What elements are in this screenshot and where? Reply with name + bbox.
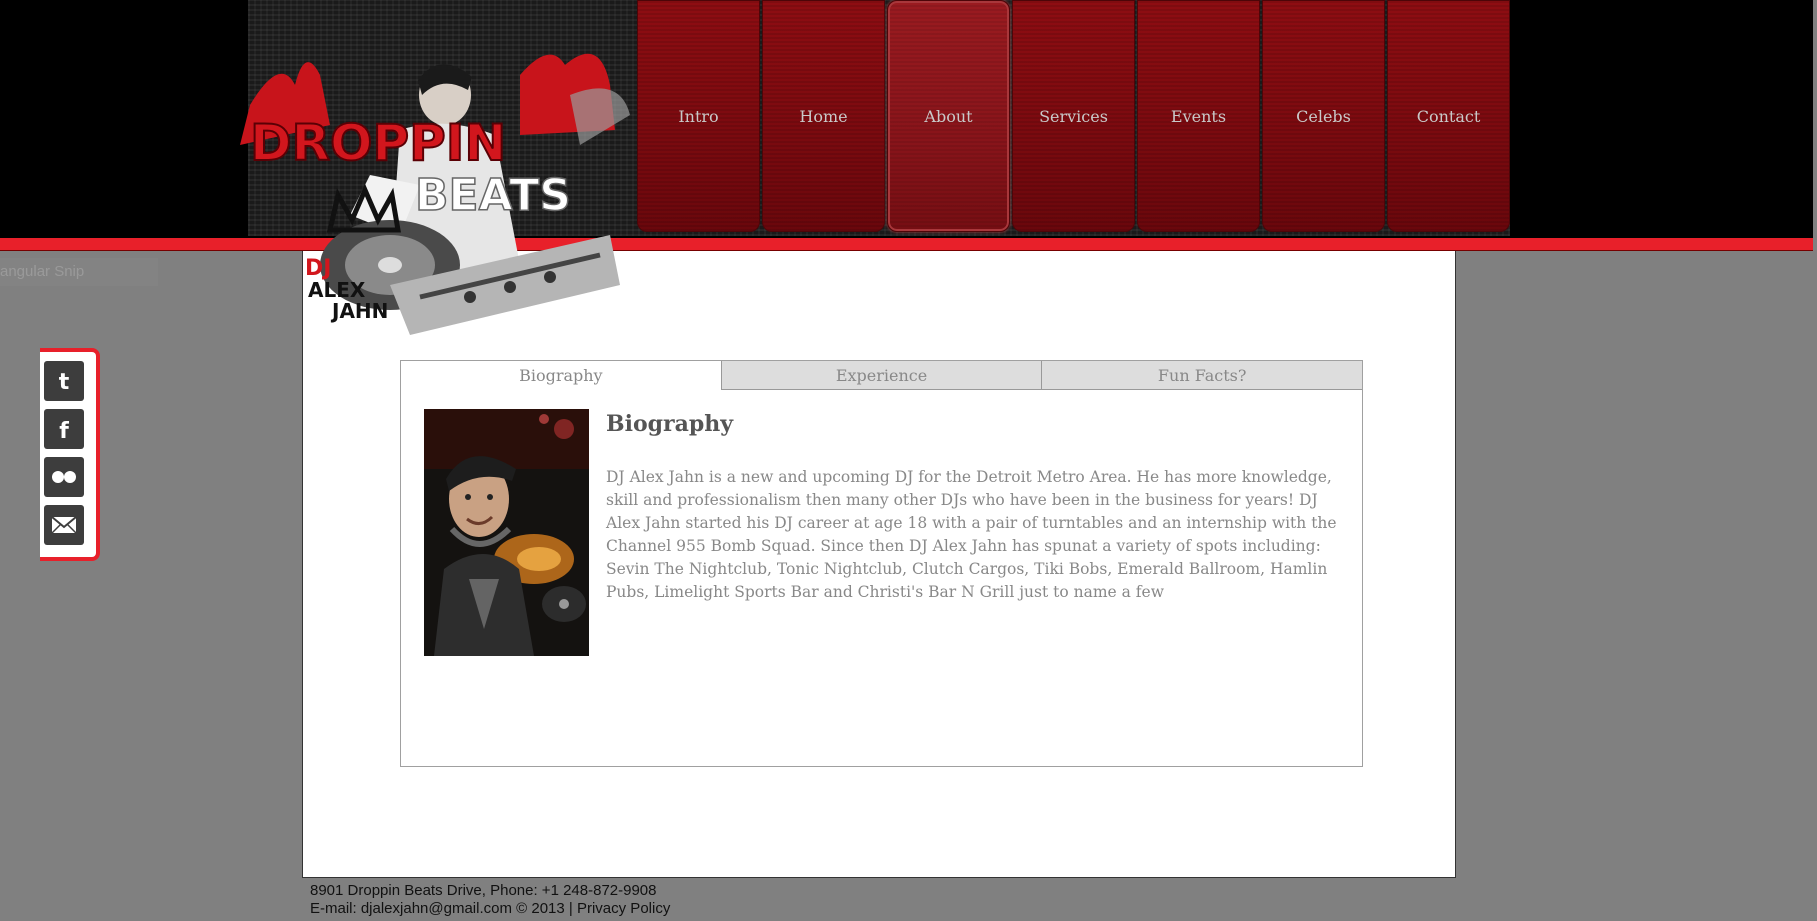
nav-item-contact[interactable]: Contact [1387, 0, 1510, 232]
nav-item-label: About [924, 106, 973, 126]
footer-email: E-mail: djalexjahn@gmail.com © 2013 | [310, 900, 573, 917]
nav-item-about[interactable]: About [887, 0, 1010, 232]
email-icon [51, 516, 77, 534]
logo-text-beats: BEATS [415, 170, 571, 221]
nav-item-intro[interactable]: Intro [637, 0, 760, 232]
droppin-beats-logo-graphic: DROPPIN BEATS DJ ALEX JAHN [240, 53, 630, 335]
nav-item-label: Contact [1416, 106, 1481, 126]
nav-item-home[interactable]: Home [762, 0, 885, 232]
flickr-button[interactable] [44, 457, 84, 497]
nav-item-label: Home [799, 106, 848, 126]
nav-item-services[interactable]: Services [1012, 0, 1135, 232]
privacy-policy-link[interactable]: Privacy Policy [577, 900, 670, 917]
twitter-button[interactable]: t [44, 361, 84, 401]
footer: 8901 Droppin Beats Drive, Phone: +1 248-… [310, 882, 670, 918]
svg-text:t: t [59, 370, 70, 395]
facebook-button[interactable]: f [44, 409, 84, 449]
site-logo[interactable]: DROPPIN BEATS DJ ALEX JAHN [220, 35, 640, 340]
tab-biography[interactable]: Biography [401, 361, 721, 390]
tab-experience[interactable]: Experience [720, 361, 1042, 390]
nav-item-label: Celebs [1296, 106, 1351, 126]
footer-contact-line: E-mail: djalexjahn@gmail.com © 2013 | Pr… [310, 900, 670, 918]
social-sidebar: t f [40, 348, 100, 561]
nav-item-label: Services [1039, 106, 1108, 126]
bio-title: Biography [606, 411, 734, 437]
facebook-icon: f [59, 419, 69, 443]
svg-text:f: f [59, 419, 69, 443]
bio-text: DJ Alex Jahn is a new and upcoming DJ fo… [606, 468, 1337, 601]
logo-text-jahn: JAHN [330, 299, 388, 323]
main-nav: Intro Home About Services Events Celebs … [637, 0, 1510, 232]
logo-text-droppin: DROPPIN [250, 114, 506, 172]
nav-item-label: Events [1170, 106, 1227, 126]
ghost-label: angular Snip [0, 258, 158, 286]
nav-item-celebs[interactable]: Celebs [1262, 0, 1385, 232]
dj-photo-image [424, 409, 589, 656]
footer-address: 8901 Droppin Beats Drive, Phone: +1 248-… [310, 882, 657, 899]
tabs-panel: Biography Experience Fun Facts? Biograph… [400, 360, 1363, 767]
flickr-icon [52, 471, 76, 483]
tab-bar: Biography Experience Fun Facts? [401, 361, 1363, 390]
bio-photo [424, 409, 589, 656]
nav-item-label: Intro [678, 106, 719, 126]
email-button[interactable] [44, 505, 84, 545]
twitter-icon: t [59, 370, 70, 395]
tab-fun-facts[interactable]: Fun Facts? [1041, 361, 1363, 390]
main-content: Biography Experience Fun Facts? Biograph… [302, 251, 1456, 878]
right-edge [1813, 0, 1817, 921]
nav-item-events[interactable]: Events [1137, 0, 1260, 232]
